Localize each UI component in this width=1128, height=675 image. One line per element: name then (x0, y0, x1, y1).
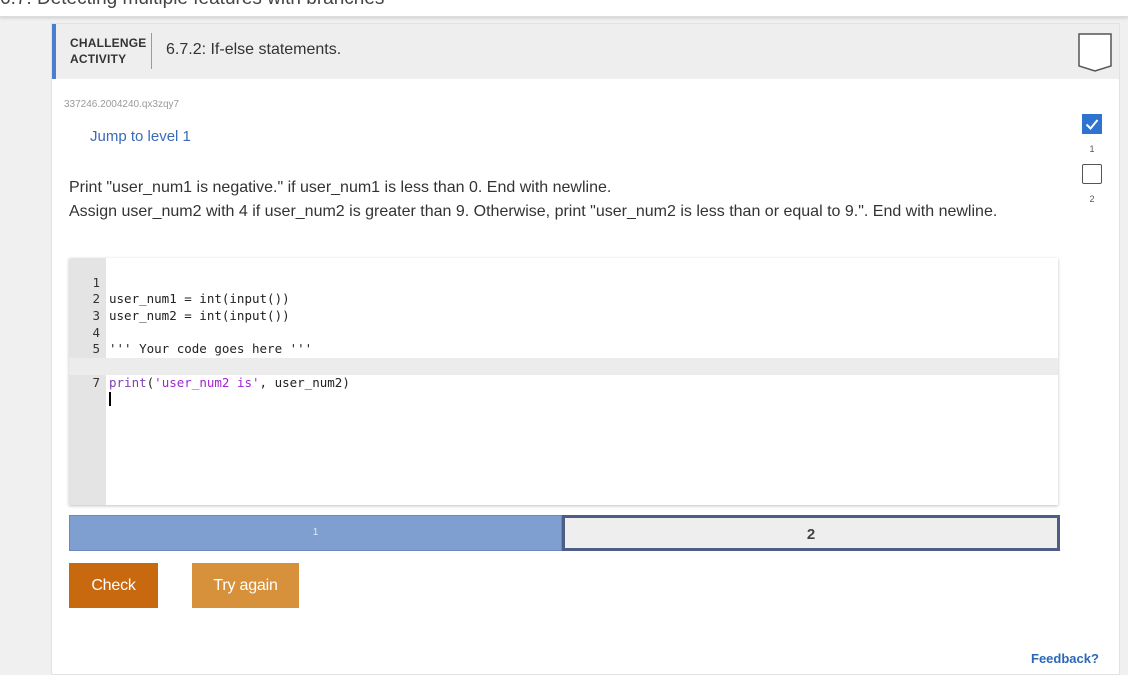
level-2-segment[interactable]: 2 (562, 515, 1060, 551)
instructions: Print "user_num1 is negative." if user_n… (69, 176, 1009, 224)
activity-type-line1: CHALLENGE (70, 36, 147, 50)
level-2-checkbox[interactable] (1082, 164, 1102, 184)
bookmark-icon[interactable] (1077, 32, 1113, 72)
jump-to-level-link[interactable]: Jump to level 1 (90, 128, 191, 145)
code-line[interactable]: 4 ''' Your code goes here ''' (69, 308, 1058, 357)
text-cursor (109, 391, 111, 406)
code-line[interactable]: 2 user_num2 = int(input()) (69, 275, 1058, 323)
level-2-number: 2 (1089, 194, 1095, 204)
code-line[interactable]: 1 user_num1 = int(input()) (69, 258, 1058, 307)
feedback-link[interactable]: Feedback? (1031, 651, 1099, 666)
level-1-checkbox[interactable] (1082, 114, 1102, 134)
code-line-active[interactable]: 7 (69, 358, 1058, 406)
level-1-number: 1 (1089, 144, 1095, 154)
code-line[interactable]: 6 print('user_num2 is', user_num2) (69, 341, 1058, 390)
activity-type-line2: ACTIVITY (70, 52, 127, 66)
line-text (109, 391, 111, 409)
activity-title: 6.7.2: If-else statements. (166, 41, 342, 58)
code-line[interactable]: 3 (69, 291, 1058, 323)
code-lines: 1 user_num1 = int(input()) 2 user_num2 =… (69, 258, 1058, 406)
instruction-line-1: Print "user_num1 is negative." if user_n… (69, 179, 612, 196)
check-button[interactable]: Check (69, 563, 158, 608)
challenge-activity-card: CHALLENGE ACTIVITY 6.7.2: If-else statem… (51, 23, 1120, 675)
level-1-segment[interactable]: 1 (69, 515, 562, 551)
level-progress-bar: 1 2 (69, 515, 1060, 551)
check-icon (1085, 119, 1099, 130)
header-divider (151, 33, 152, 69)
line-number: 7 (92, 374, 100, 390)
activity-code-id: 337246.2004240.qx3zqy7 (64, 99, 180, 110)
activity-type-label: CHALLENGE ACTIVITY (70, 35, 146, 67)
section-title: 6.7: Detecting multiple features with br… (0, 0, 384, 10)
code-editor[interactable]: 1 user_num1 = int(input()) 2 user_num2 =… (69, 258, 1058, 505)
activity-header: CHALLENGE ACTIVITY 6.7.2: If-else statem… (52, 24, 1119, 79)
line-text: print('user_num2 is', user_num2) (109, 374, 350, 390)
try-again-button[interactable]: Try again (192, 563, 299, 608)
code-line[interactable]: 5 (69, 325, 1058, 356)
instruction-line-2: Assign user_num2 with 4 if user_num2 is … (69, 203, 998, 220)
level-1-label: 1 (312, 527, 319, 538)
section-title-strip: 6.7: Detecting multiple features with br… (0, 0, 1128, 17)
level-2-label: 2 (806, 526, 816, 543)
